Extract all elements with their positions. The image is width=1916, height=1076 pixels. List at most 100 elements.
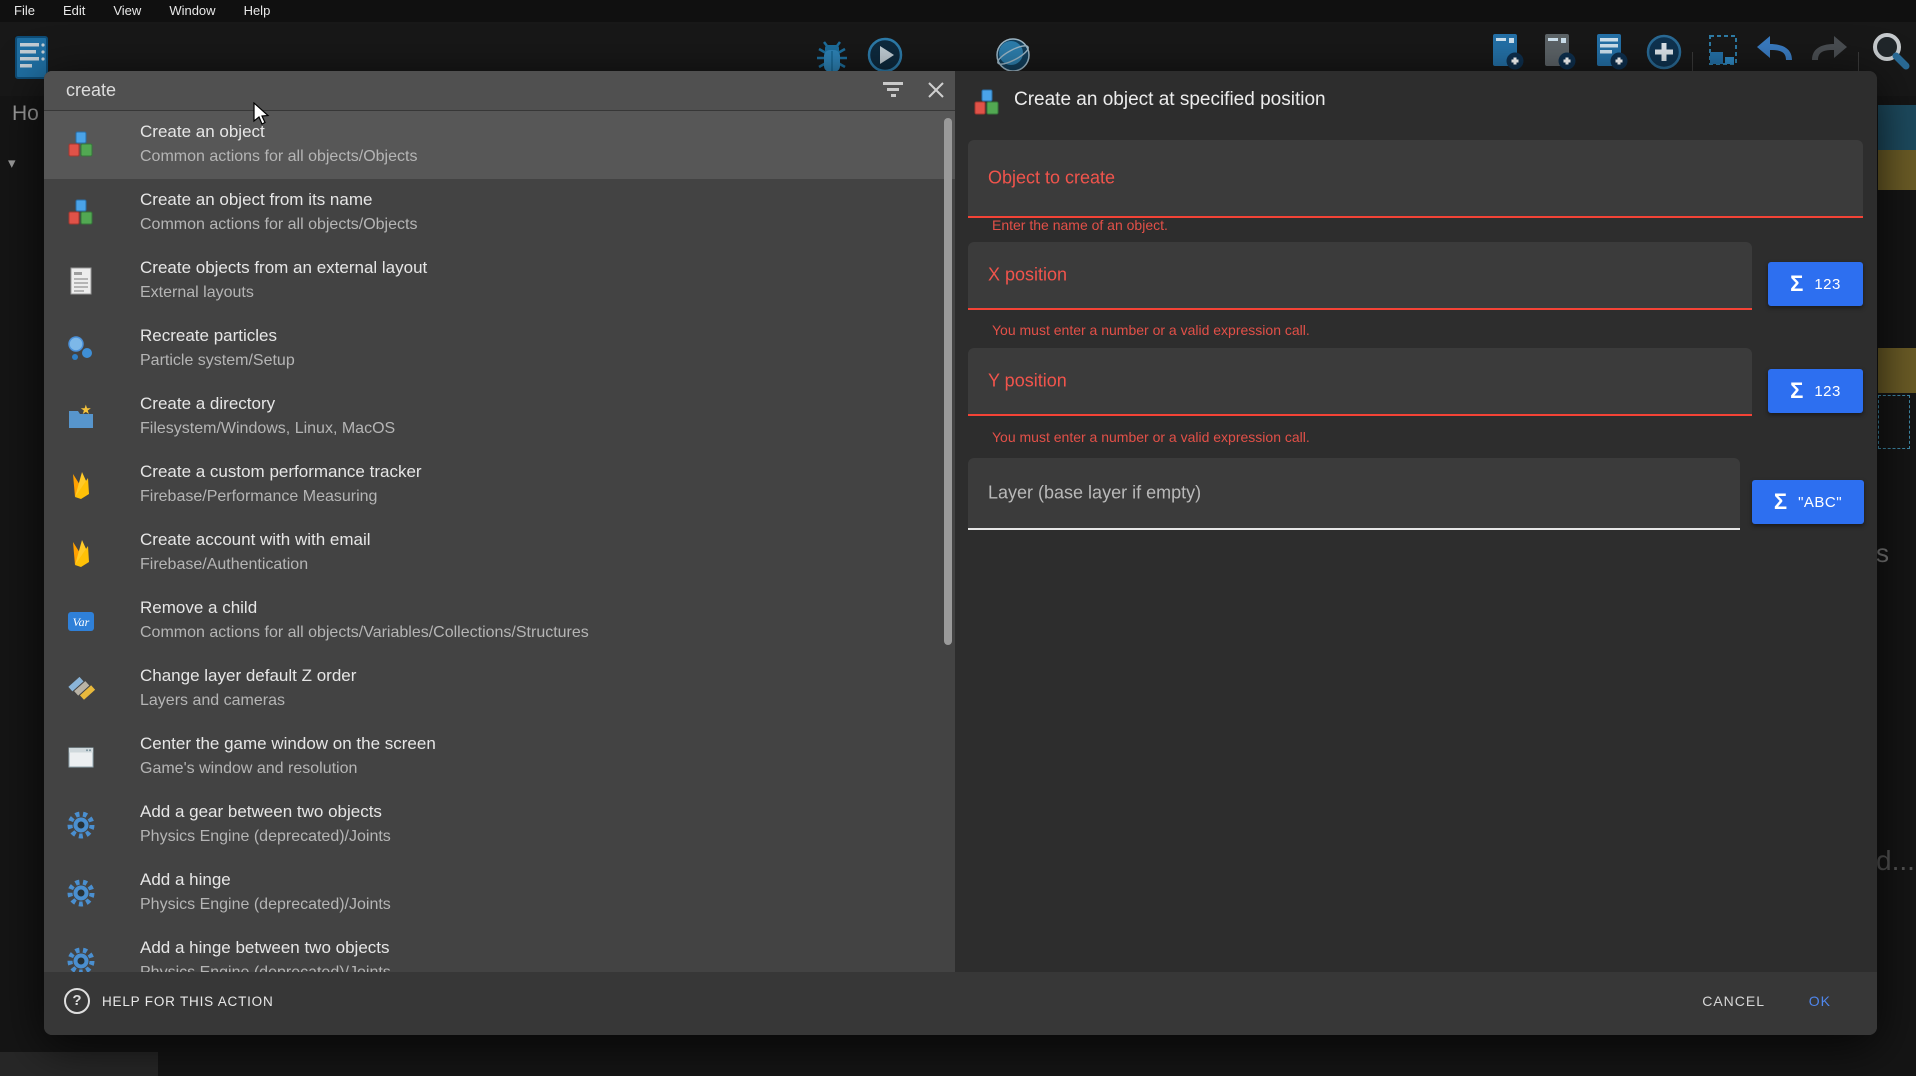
action-list-item[interactable]: Create account with with email Firebase/A…: [44, 519, 955, 587]
action-title: Add a hinge: [140, 870, 231, 890]
field-layer-base-layer-if-empty[interactable]: Layer (base layer if empty): [968, 458, 1740, 530]
field-y-position[interactable]: Y position: [968, 348, 1752, 416]
action-group: External layouts: [140, 284, 254, 302]
action-list-item[interactable]: Var Remove a child Common actions for all …: [44, 587, 955, 655]
action-title: Create a custom performance tracker: [140, 462, 422, 482]
action-title: Remove a child: [140, 598, 257, 618]
menu-help[interactable]: Help: [230, 0, 285, 22]
svg-text:Var: Var: [73, 615, 90, 629]
menu-file[interactable]: File: [0, 0, 49, 22]
action-group: Common actions for all objects/Variables…: [140, 624, 589, 642]
action-list-item[interactable]: Create an object from its nameCommon act…: [44, 179, 955, 247]
gear-icon: [66, 810, 96, 840]
action-list-item[interactable]: ★ Create a directory Filesystem/Windows, L…: [44, 383, 955, 451]
action-results-list: Create an object Common actions for all o…: [44, 111, 955, 972]
firebase-icon: [66, 538, 96, 568]
expression-builder-button[interactable]: Σ123: [1768, 369, 1863, 413]
menu-edit[interactable]: Edit: [49, 0, 99, 22]
action-group: Filesystem/Windows, Linux, MacOS: [140, 420, 395, 438]
action-title: Change layer default Z order: [140, 666, 356, 686]
menu-bar: FileEditViewWindowHelp: [0, 0, 1916, 22]
paste-icon[interactable]: [1702, 30, 1746, 74]
field-error-text: Enter the name of an object.: [992, 217, 1168, 233]
search-icon[interactable]: [1868, 30, 1912, 74]
preview-play-icon[interactable]: [866, 36, 904, 74]
string-expression-builder-button[interactable]: Σ "ABC": [1752, 480, 1864, 524]
search-bar[interactable]: create: [44, 71, 955, 111]
field-placeholder: X position: [988, 265, 1067, 286]
bg-text-fragment-d: d...: [1876, 845, 1915, 877]
undo-icon[interactable]: [1754, 30, 1798, 74]
help-button[interactable]: ? HELP FOR THIS ACTION: [64, 988, 274, 1014]
field-object-to-create[interactable]: Object to create: [968, 140, 1863, 218]
action-group: Layers and cameras: [140, 692, 285, 710]
variable-icon: Var: [66, 606, 96, 636]
add-external-events-icon[interactable]: [1538, 30, 1582, 74]
action-title: Create account with with email: [140, 530, 371, 550]
sigma-icon: Σ: [1774, 491, 1787, 513]
bg-panel-corner: [0, 1052, 158, 1076]
action-title: Add a gear between two objects: [140, 802, 382, 822]
ok-button[interactable]: OK: [1809, 993, 1831, 1009]
publish-globe-icon[interactable]: [994, 36, 1032, 74]
action-list-item[interactable]: Add a hinge between two objects Physics E…: [44, 927, 955, 972]
add-scene-icon[interactable]: [1486, 30, 1530, 74]
action-list-item[interactable]: Change layer default Z order Layers and c…: [44, 655, 955, 723]
instruction-editor-dialog: create Create an object Common actions fo…: [44, 71, 1877, 1035]
redo-icon[interactable]: [1806, 30, 1850, 74]
action-list-item[interactable]: Create a custom performance trackerFireb…: [44, 451, 955, 519]
action-list-item[interactable]: Add a hinge Physics Engine (deprecated)/J…: [44, 859, 955, 927]
sigma-icon: Σ: [1790, 273, 1803, 295]
dialog-footer: ? HELP FOR THIS ACTION CANCEL OK: [44, 972, 1877, 1035]
action-group: Common actions for all objects/Objects: [140, 148, 417, 166]
expression-type-label: 123: [1814, 276, 1841, 293]
svg-text:★: ★: [80, 402, 92, 417]
field-x-position[interactable]: X position: [968, 242, 1752, 310]
folder-icon: ★: [66, 402, 96, 432]
close-icon[interactable]: [926, 80, 946, 100]
action-title: Create an object: [140, 122, 265, 142]
menu-view[interactable]: View: [99, 0, 155, 22]
action-list-item[interactable]: Create an object Common actions for all o…: [44, 111, 955, 179]
help-label: HELP FOR THIS ACTION: [102, 994, 274, 1009]
list-scrollbar[interactable]: [944, 118, 952, 645]
action-search-pane: create Create an object Common actions fo…: [44, 71, 955, 972]
external-layout-icon: [66, 266, 96, 296]
action-list-item[interactable]: Center the game window on the screen Game…: [44, 723, 955, 791]
chevron-down-icon[interactable]: ▾: [8, 154, 16, 172]
mouse-cursor: [252, 102, 274, 126]
gear-icon: [66, 878, 96, 908]
action-group: Game's window and resolution: [140, 760, 357, 778]
particles-icon: [66, 334, 96, 364]
expression-type-label: "ABC": [1798, 494, 1842, 511]
cancel-button[interactable]: CANCEL: [1702, 993, 1765, 1009]
action-list-item[interactable]: Add a gear between two objects Physics En…: [44, 791, 955, 859]
action-title: Create a directory: [140, 394, 275, 414]
action-list-item[interactable]: Create objects from an external layout Ex…: [44, 247, 955, 315]
action-title: Create objects from an external layout: [140, 258, 427, 278]
action-config-pane: Create an object at specified position O…: [955, 71, 1877, 972]
bg-selection-box: [1878, 395, 1910, 449]
home-tab-fragment: Ho: [12, 102, 39, 126]
menu-window[interactable]: Window: [155, 0, 229, 22]
bg-teal-block: [1878, 105, 1916, 150]
action-group: Physics Engine (deprecated)/Joints: [140, 964, 391, 972]
sigma-icon: Σ: [1790, 380, 1803, 402]
filter-icon[interactable]: [882, 82, 904, 98]
firebase-icon: [66, 470, 96, 500]
field-error-text: You must enter a number or a valid expre…: [992, 322, 1310, 338]
layers-icon: [66, 674, 96, 704]
expression-builder-button[interactable]: Σ 123: [1768, 262, 1863, 306]
search-input[interactable]: create: [66, 71, 116, 110]
action-title: Add a hinge between two objects: [140, 938, 390, 958]
field-error-text: You must enter a number or a valid expre…: [992, 429, 1310, 445]
add-extension-icon[interactable]: [1642, 30, 1686, 74]
action-group: Particle system/Setup: [140, 352, 295, 370]
add-external-layout-icon[interactable]: [1590, 30, 1634, 74]
action-title: Center the game window on the screen: [140, 734, 436, 754]
action-list-item[interactable]: Recreate particlesParticle system/Setup: [44, 315, 955, 383]
action-group: Firebase/Authentication: [140, 556, 308, 574]
action-group: Physics Engine (deprecated)/Joints: [140, 896, 391, 914]
objects-icon: [66, 130, 96, 160]
action-group: Physics Engine (deprecated)/Joints: [140, 828, 391, 846]
